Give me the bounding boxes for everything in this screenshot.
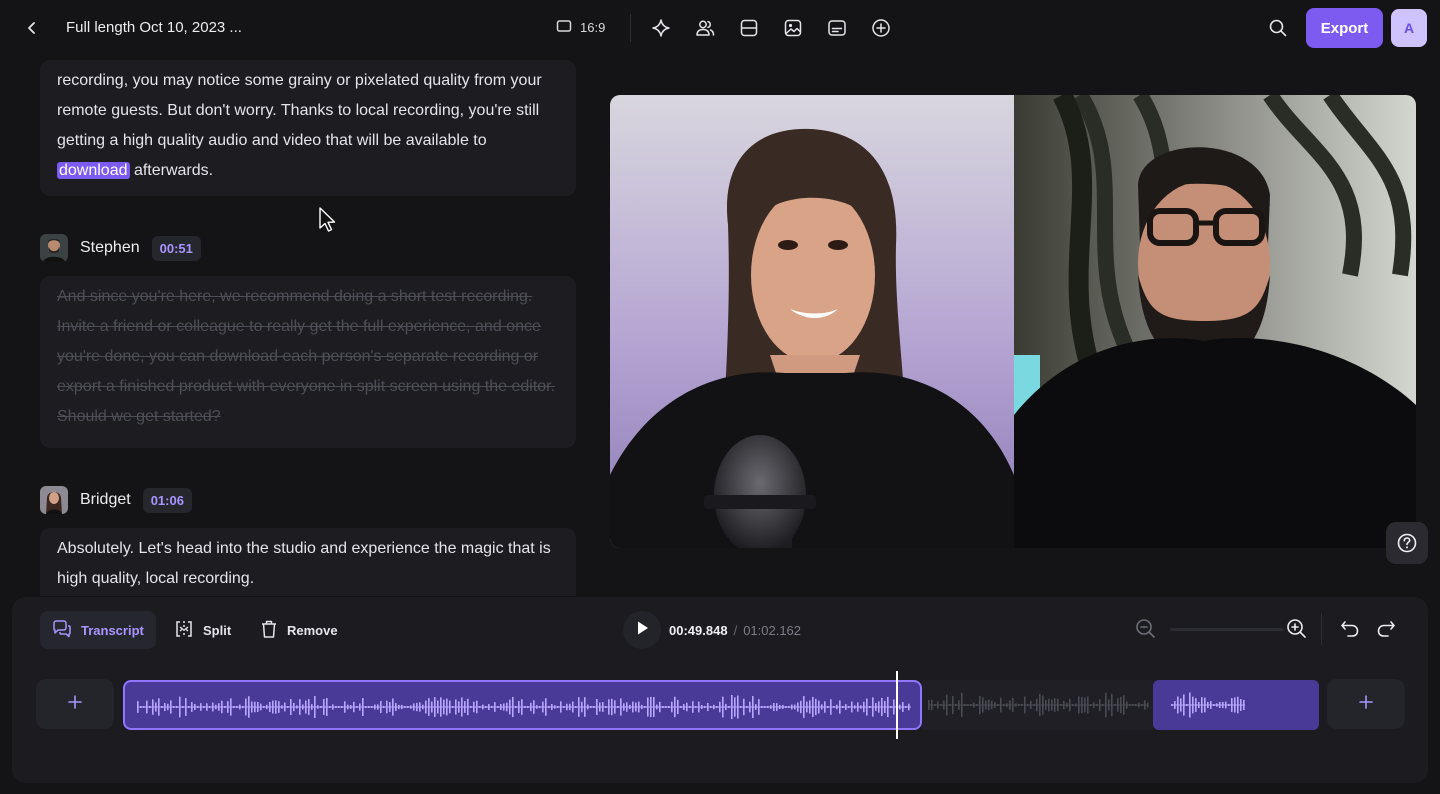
image-icon[interactable] bbox=[781, 16, 805, 40]
highlighted-word[interactable]: download bbox=[57, 162, 130, 179]
transcript-block[interactable]: Absolutely. Let's head into the studio a… bbox=[40, 528, 576, 596]
sparkle-icon[interactable] bbox=[649, 16, 673, 40]
redo-icon[interactable] bbox=[1375, 617, 1399, 641]
aspect-ratio-button[interactable]: 16:9 bbox=[556, 19, 605, 36]
speaker-name: Bridget bbox=[80, 491, 131, 508]
people-icon[interactable] bbox=[693, 16, 717, 40]
zoom-out-icon[interactable] bbox=[1134, 617, 1158, 641]
captions-icon[interactable] bbox=[825, 16, 849, 40]
waveform bbox=[137, 694, 911, 720]
user-avatar[interactable]: A bbox=[1391, 9, 1427, 47]
split-icon bbox=[174, 619, 194, 642]
toolbar-divider bbox=[630, 14, 631, 42]
mouse-cursor-icon bbox=[318, 206, 338, 239]
split-tool-label: Split bbox=[203, 622, 232, 638]
aspect-ratio-label: 16:9 bbox=[580, 20, 606, 35]
split-tool-button[interactable]: Split bbox=[162, 611, 243, 649]
transcript-block-removed[interactable]: And since you're here, we recommend doin… bbox=[40, 276, 576, 448]
trash-icon bbox=[260, 619, 278, 642]
export-button[interactable]: Export bbox=[1306, 8, 1383, 48]
layout-icon[interactable] bbox=[737, 16, 761, 40]
undo-icon[interactable] bbox=[1339, 617, 1363, 641]
transcript-text: afterwards. bbox=[129, 162, 214, 179]
total-duration: 01:02.162 bbox=[743, 623, 802, 638]
participant-video-stephen bbox=[1014, 95, 1416, 548]
search-icon[interactable] bbox=[1266, 16, 1290, 40]
speaker-avatar[interactable] bbox=[40, 486, 68, 514]
add-clip-before-button[interactable] bbox=[36, 679, 114, 729]
playhead[interactable] bbox=[896, 671, 898, 739]
transcript-panel: recording, you may notice some grainy or… bbox=[0, 56, 590, 596]
speaker-timestamp[interactable]: 01:06 bbox=[142, 487, 192, 513]
clip-end[interactable] bbox=[1153, 680, 1319, 730]
transcript-tool-button[interactable]: Transcript bbox=[40, 611, 156, 649]
waveform bbox=[1171, 692, 1245, 718]
timeline-divider bbox=[1321, 613, 1322, 645]
top-bar: Full length Oct 10, 2023 ... 16:9 Export… bbox=[0, 0, 1440, 56]
speaker-row: Stephen 00:51 bbox=[40, 234, 201, 262]
play-icon bbox=[635, 620, 649, 641]
back-arrow-icon[interactable] bbox=[20, 16, 44, 40]
transcript-text: recording, you may notice some grainy or… bbox=[57, 72, 542, 149]
zoom-in-icon[interactable] bbox=[1285, 617, 1309, 641]
transcript-text: Absolutely. Let's head into the studio a… bbox=[57, 540, 551, 587]
time-separator: / bbox=[733, 623, 738, 638]
plus-icon bbox=[1359, 694, 1373, 714]
timeline-panel: Transcript Split Remove 00:49.848 / 01:02.… bbox=[12, 597, 1428, 783]
transcript-block[interactable]: recording, you may notice some grainy or… bbox=[40, 60, 576, 196]
video-preview[interactable] bbox=[610, 95, 1416, 548]
transcript-tool-label: Transcript bbox=[81, 622, 144, 638]
remove-tool-label: Remove bbox=[287, 622, 338, 638]
help-icon[interactable] bbox=[1386, 522, 1428, 564]
plus-icon bbox=[68, 694, 82, 714]
speaker-timestamp[interactable]: 00:51 bbox=[151, 235, 201, 261]
aspect-ratio-icon bbox=[556, 19, 572, 36]
remove-tool-button[interactable]: Remove bbox=[248, 611, 350, 649]
speaker-avatar[interactable] bbox=[40, 234, 68, 262]
zoom-slider[interactable] bbox=[1170, 628, 1284, 631]
add-clip-after-button[interactable] bbox=[1327, 679, 1405, 729]
speaker-name: Stephen bbox=[80, 239, 140, 256]
participant-video-bridget bbox=[610, 95, 1014, 548]
clip-selected[interactable] bbox=[123, 680, 922, 730]
speaker-row: Bridget 01:06 bbox=[40, 486, 192, 514]
transcript-text: And since you're here, we recommend doin… bbox=[57, 288, 556, 425]
clip-removed[interactable] bbox=[922, 680, 1153, 730]
play-button[interactable] bbox=[623, 611, 661, 649]
chat-bubbles-icon bbox=[52, 619, 72, 641]
waveform bbox=[928, 692, 1149, 718]
add-circle-icon[interactable] bbox=[869, 16, 893, 40]
playback-timecode: 00:49.848 / 01:02.162 bbox=[669, 623, 801, 638]
project-title[interactable]: Full length Oct 10, 2023 ... bbox=[66, 19, 242, 36]
current-time: 00:49.848 bbox=[669, 623, 728, 638]
